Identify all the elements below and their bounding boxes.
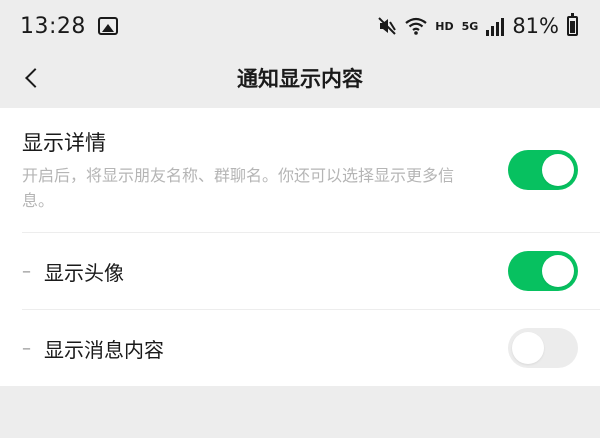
image-icon (97, 17, 118, 35)
toggle-knob (542, 255, 574, 287)
toggle-knob (542, 154, 574, 186)
toggle-knob (512, 332, 544, 364)
show-avatar-toggle[interactable] (508, 251, 578, 291)
show-details-toggle[interactable] (508, 150, 578, 190)
status-right: HD 5G 81% (377, 13, 578, 38)
show-message-content-label: 显示消息内容 (44, 337, 164, 362)
network-label: HD (435, 19, 454, 33)
show-message-content-toggle[interactable] (508, 328, 578, 368)
show-details-text: 显示详情 开启后，将显示朋友名称、群聊名。你还可以选择显示更多信息。 (22, 127, 482, 213)
status-bar: 13:28 HD 5G 81% (0, 0, 600, 52)
chevron-left-icon (25, 68, 45, 88)
indent-dash: – (22, 337, 31, 359)
show-details-title: 显示详情 (22, 131, 106, 155)
setting-row-show-avatar: – 显示头像 (0, 233, 600, 309)
back-button[interactable] (14, 60, 50, 96)
battery-percent: 81% (512, 14, 559, 38)
signal-icon (486, 18, 505, 36)
setting-row-show-details: 显示详情 开启后，将显示朋友名称、群聊名。你还可以选择显示更多信息。 (0, 108, 600, 232)
setting-row-show-message-content: – 显示消息内容 (0, 310, 600, 386)
nav-bar: 通知显示内容 (0, 52, 600, 104)
status-left: 13:28 (20, 14, 118, 39)
show-details-description: 开启后，将显示朋友名称、群聊名。你还可以选择显示更多信息。 (22, 166, 455, 210)
signal-label: 5G (461, 19, 479, 33)
battery-icon (567, 13, 578, 36)
settings-card: 显示详情 开启后，将显示朋友名称、群聊名。你还可以选择显示更多信息。 – 显示头… (0, 108, 600, 386)
show-avatar-label: 显示头像 (44, 260, 124, 285)
wifi-icon (405, 17, 427, 35)
page-title: 通知显示内容 (237, 67, 363, 91)
mute-icon (378, 17, 397, 35)
status-time: 13:28 (20, 13, 86, 39)
indent-dash: – (22, 260, 31, 282)
